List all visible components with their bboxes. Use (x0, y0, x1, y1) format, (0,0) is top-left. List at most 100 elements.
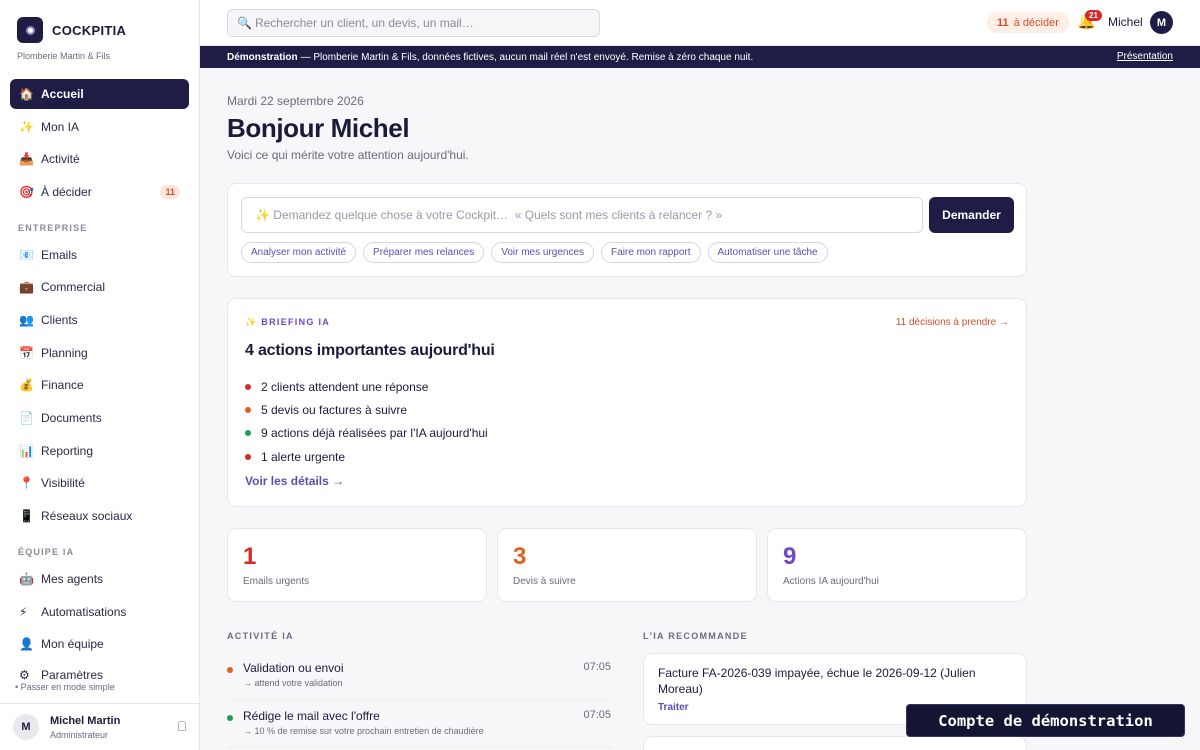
sidebar-item-label: Accueil (41, 87, 84, 101)
activity-section-title: ACTIVITÉ IA (227, 631, 294, 641)
stat-value: 1 (243, 543, 257, 570)
sidebar-item-documents[interactable]: 📄 Documents (10, 403, 189, 433)
decide-count: 11 (997, 16, 1009, 29)
briefing-title: 4 actions importantes aujourd'hui (245, 342, 495, 359)
ask-input-box[interactable] (241, 197, 923, 233)
avatar: M (13, 714, 39, 740)
chip-rapport[interactable]: Faire mon rapport (601, 242, 701, 263)
briefing-list: 2 clients attendent une réponse 5 devis … (245, 375, 488, 468)
divider (227, 747, 611, 748)
process-button[interactable]: Traiter (658, 702, 689, 713)
sidebar-item-mon-equipe[interactable]: 👤 Mon équipe (10, 629, 189, 659)
gear-icon: ⚙ (19, 668, 30, 680)
search-box[interactable]: 🔍 (227, 9, 600, 37)
email-icon: 📧 (19, 248, 34, 262)
sidebar-item-label: À décider (41, 185, 92, 199)
status-dot (245, 406, 251, 413)
lightning-icon: ⚡ (19, 605, 28, 619)
document-icon: 📄 (19, 411, 34, 425)
people-icon: 👥 (19, 313, 34, 327)
robot-icon: 🤖 (19, 572, 34, 586)
user-role: Administrateur (50, 730, 109, 740)
chip-urgences[interactable]: Voir mes urgences (491, 242, 595, 263)
list-item: 9 actions déjà réalisées par l'IA aujour… (245, 422, 488, 445)
sidebar-item-reporting[interactable]: 📊 Reporting (10, 436, 189, 466)
demo-banner-strong: Démonstration (227, 51, 298, 63)
decisions-link[interactable]: 11 décisions à prendre → (896, 317, 1009, 328)
briefing-tag: ✨ BRIEFING IA (245, 317, 331, 327)
stat-card-actions-ia[interactable]: 9 Actions IA aujourd'hui (767, 528, 1027, 602)
list-item-text: 2 clients attendent une réponse (261, 379, 429, 394)
activity-time: 07:05 (583, 661, 611, 673)
sidebar-item-label: Mes agents (41, 572, 104, 586)
chip-analyser[interactable]: Analyser mon activité (241, 242, 357, 263)
simple-mode-link[interactable]: • Passer en mode simple (15, 682, 115, 692)
sidebar-item-activite[interactable]: 📥 Activité (10, 144, 189, 174)
brand-name: COCKPITIA (52, 22, 127, 38)
sidebar-item-emails[interactable]: 📧 Emails (10, 240, 189, 270)
status-dot (227, 667, 233, 673)
decide-label: à décider (1013, 16, 1059, 29)
status-dot (245, 430, 251, 437)
sidebar-item-label: Activité (41, 152, 80, 166)
activity-row[interactable]: Rédige le mail avec l'offre → 10 % de re… (227, 703, 611, 750)
sidebar-item-label: Mon IA (41, 120, 80, 134)
briefcase-icon: 💼 (19, 280, 34, 294)
list-item: 1 alerte urgente (245, 445, 488, 468)
reco-section-title: L'IA RECOMMANDE (643, 631, 748, 641)
search-input[interactable] (254, 16, 585, 30)
sidebar-item-parametres[interactable]: ⚙ Paramètres (10, 662, 189, 680)
sidebar-item-label: Documents (41, 411, 102, 425)
sidebar-item-finance[interactable]: 💰 Finance (10, 370, 189, 400)
chip-automatiser[interactable]: Automatiser une tâche (707, 242, 828, 263)
sidebar-item-a-decider[interactable]: 🎯 À décider 11 (10, 177, 189, 207)
presentation-link[interactable]: Présentation (1117, 51, 1173, 62)
stat-card-emails[interactable]: 1 Emails urgents (227, 528, 487, 602)
sidebar-item-label: Réseaux sociaux (41, 509, 133, 523)
stat-card-devis[interactable]: 3 Devis à suivre (497, 528, 757, 602)
user-menu-icon[interactable] (178, 721, 186, 731)
sidebar-item-automatisations[interactable]: ⚡ Automatisations (10, 597, 189, 627)
ask-button[interactable]: Demander (929, 197, 1014, 233)
status-dot (245, 453, 251, 460)
recommendation-text: Facture FA-2026-039 impayée, échue le 20… (658, 666, 976, 696)
activity-title: Rédige le mail avec l'offre (243, 709, 380, 723)
sidebar-user[interactable]: M Michel Martin Administrateur (0, 703, 199, 750)
sidebar-item-label: Mon équipe (41, 637, 104, 651)
home-icon: 🏠 (19, 87, 34, 101)
sidebar-item-planning[interactable]: 📅 Planning (10, 338, 189, 368)
page-title: Bonjour Michel (227, 113, 410, 143)
location-pin-icon: 📍 (19, 476, 34, 490)
list-item-text: 5 devis ou factures à suivre (261, 402, 408, 417)
avatar[interactable]: M (1150, 11, 1173, 34)
chip-relances[interactable]: Préparer mes relances (363, 242, 485, 263)
sidebar-item-visibilite[interactable]: 📍 Visibilité (10, 468, 189, 498)
brand[interactable]: COCKPITIA (17, 17, 126, 43)
sidebar-item-label: Planning (41, 346, 88, 360)
ask-input[interactable] (255, 208, 895, 222)
sidebar-item-reseaux-sociaux[interactable]: 📱 Réseaux sociaux (10, 501, 189, 531)
header-user-name[interactable]: Michel (1108, 15, 1143, 29)
activity-title: Validation ou envoi (243, 661, 344, 675)
calendar-icon: 📅 (19, 346, 34, 360)
list-item: 5 devis ou factures à suivre (245, 398, 488, 421)
briefing-card: ✨ BRIEFING IA 11 décisions à prendre → 4… (227, 298, 1027, 507)
inbox-icon: 📥 (19, 152, 34, 166)
sidebar-item-clients[interactable]: 👥 Clients (10, 305, 189, 335)
sidebar-item-commercial[interactable]: 💼 Commercial (10, 272, 189, 302)
bar-chart-icon: 📊 (19, 444, 34, 458)
activity-row[interactable]: Validation ou envoi → attend votre valid… (227, 655, 611, 703)
demo-banner: Démonstration — Plomberie Martin & Fils,… (200, 46, 1200, 68)
sidebar-item-mes-agents[interactable]: 🤖 Mes agents (10, 564, 189, 594)
activity-subtitle: → attend votre validation (243, 678, 343, 688)
section-title-entreprise: ENTREPRISE (18, 223, 88, 233)
demo-account-badge: Compte de démonstration (906, 704, 1185, 737)
notification-badge: 21 (1085, 10, 1102, 21)
list-item-text: 9 actions déjà réalisées par l'IA aujour… (261, 426, 488, 441)
stat-value: 3 (513, 543, 527, 570)
sidebar-item-accueil[interactable]: 🏠 Accueil (10, 79, 189, 109)
decide-pill[interactable]: 11 à décider (987, 12, 1069, 33)
details-link[interactable]: Voir les détails → (245, 474, 344, 488)
page-subtitle: Voici ce qui mérite votre attention aujo… (227, 148, 469, 162)
sidebar-item-mon-ia[interactable]: ✨ Mon IA (10, 112, 189, 142)
